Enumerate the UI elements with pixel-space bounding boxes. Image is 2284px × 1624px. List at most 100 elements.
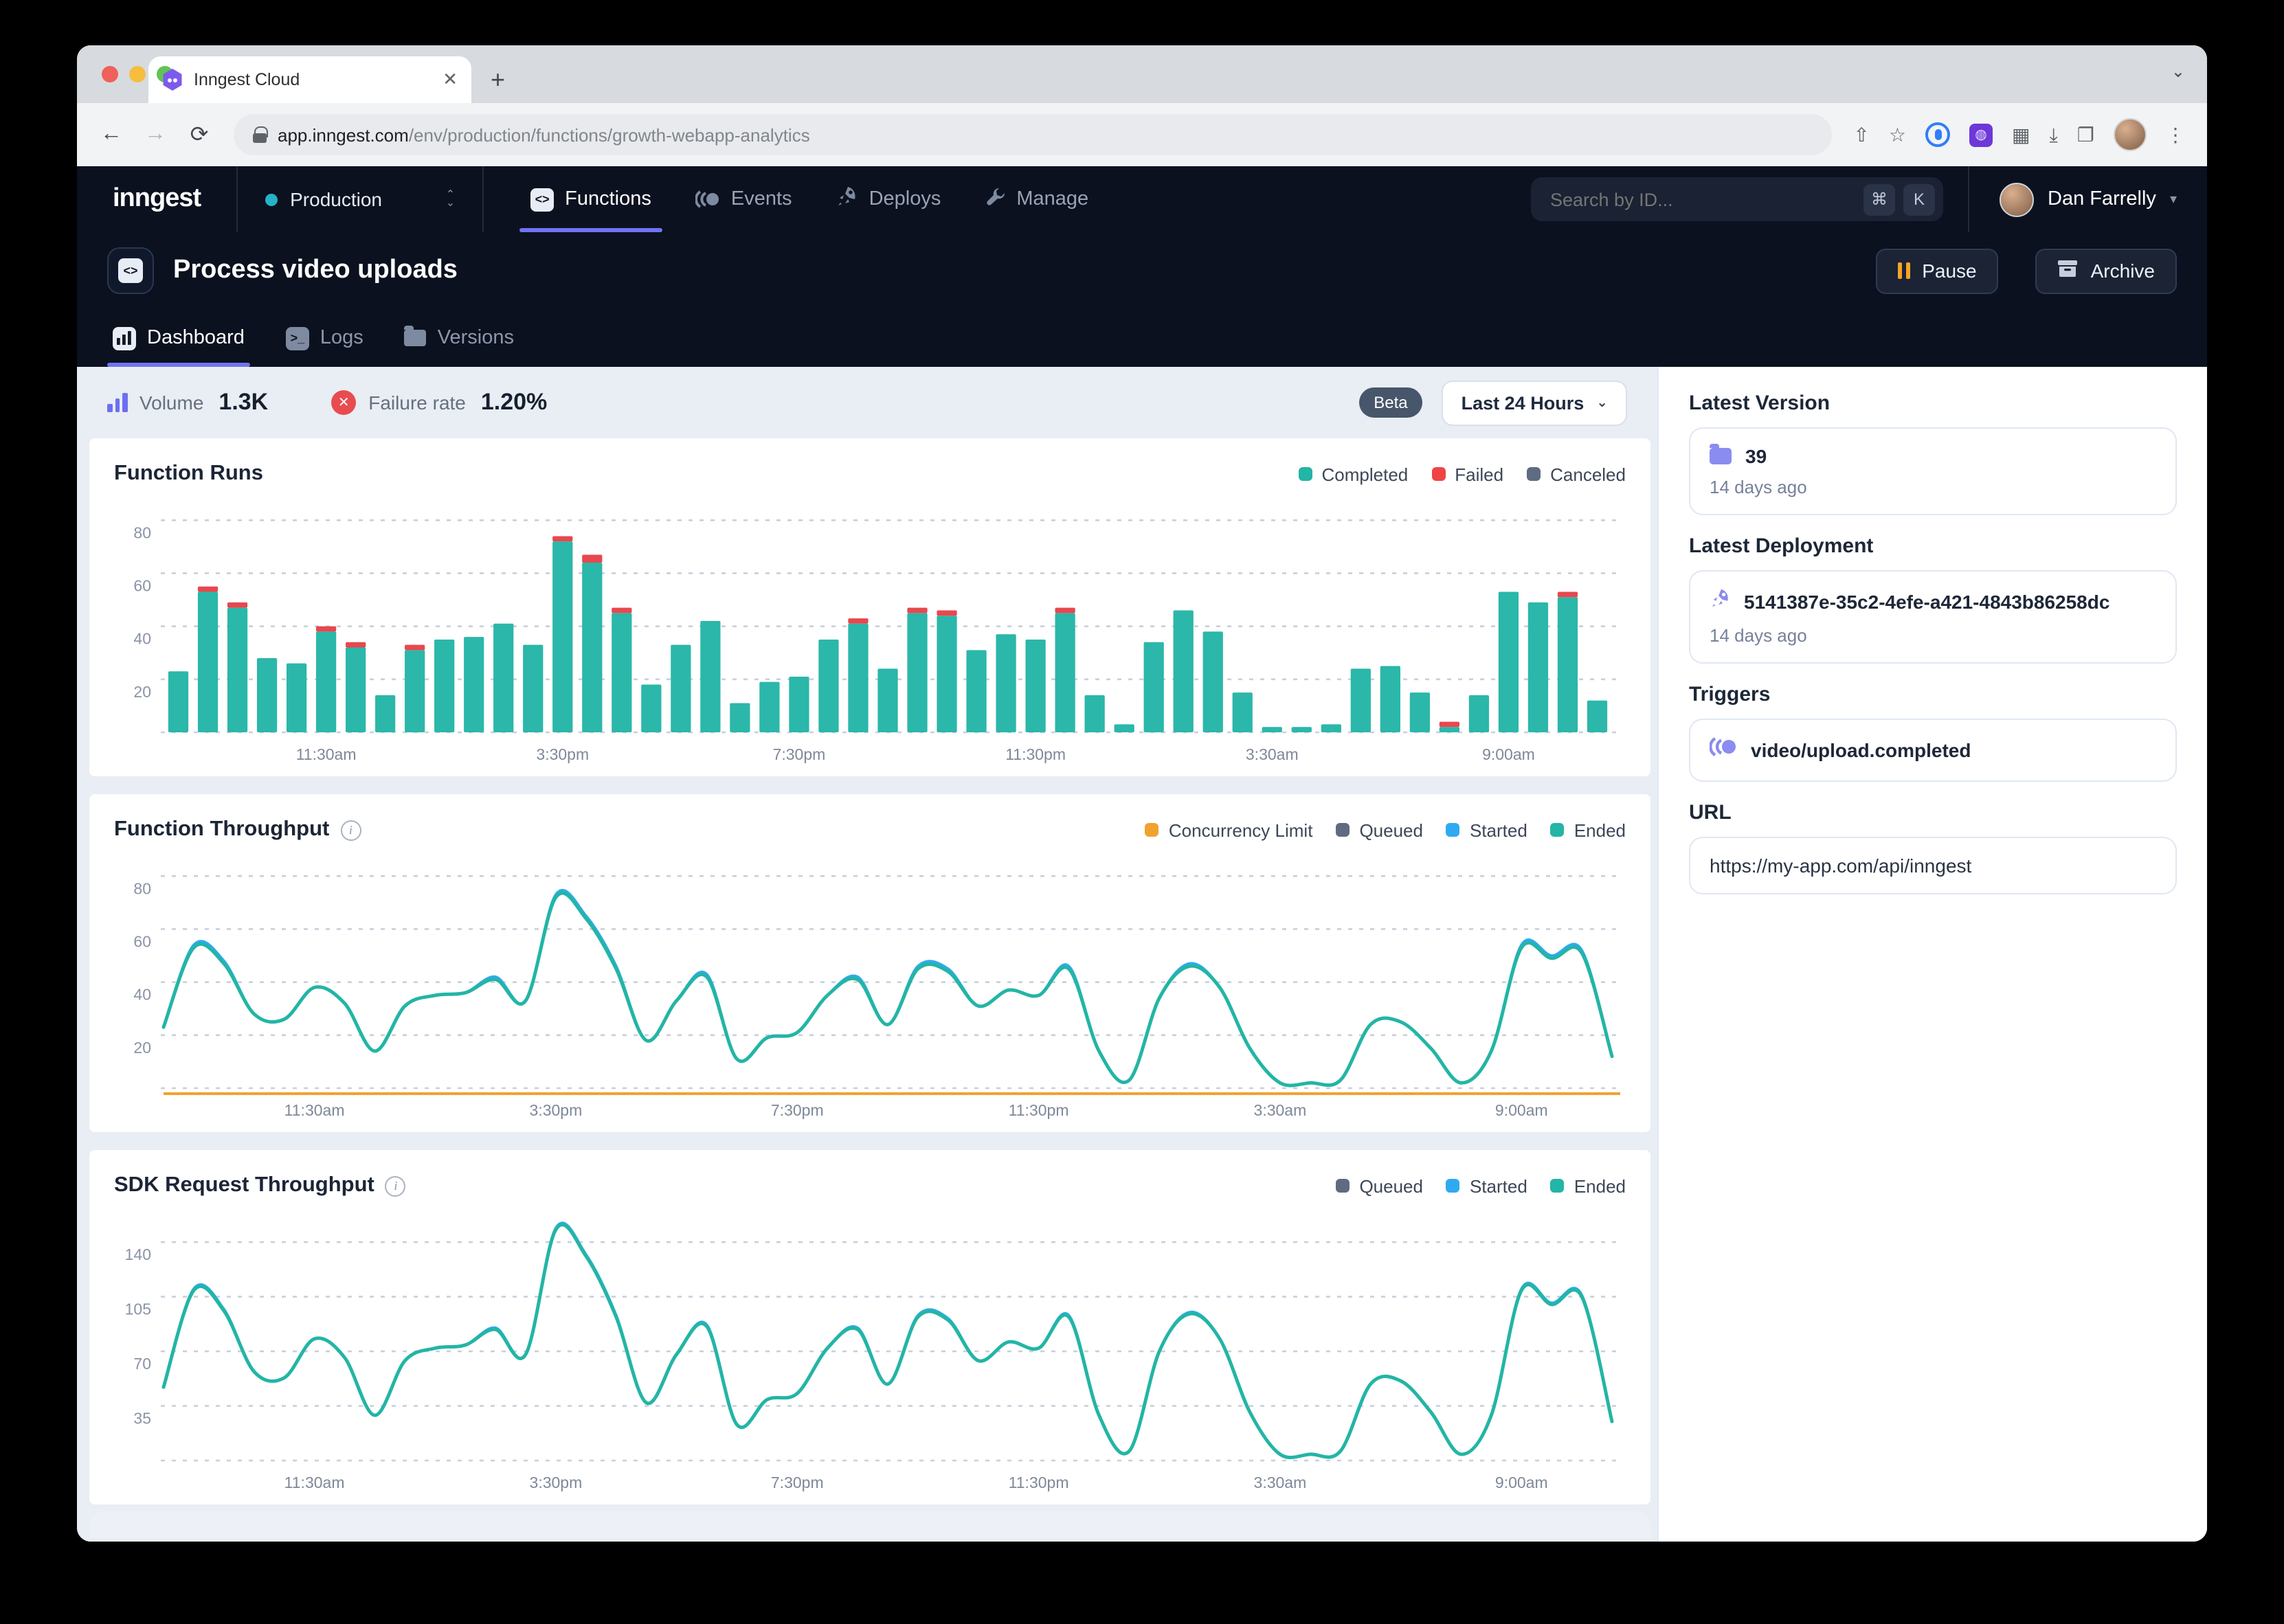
latest-version-heading: Latest Version: [1689, 392, 2177, 415]
svg-text:3:30am: 3:30am: [1254, 1101, 1307, 1119]
browser-toolbar: ← → ⟳ app.inngest.com/env/production/fun…: [77, 103, 2207, 166]
forward-button[interactable]: →: [137, 122, 173, 147]
browser-tabstrip: Inngest Cloud ✕ + ⌄: [77, 45, 2207, 103]
legend-label: Concurrency Limit: [1169, 820, 1313, 840]
reading-list-icon[interactable]: ❐: [2077, 125, 2094, 144]
legend-label: Ended: [1574, 820, 1626, 840]
legend-item[interactable]: Started: [1446, 820, 1527, 840]
inngest-logo[interactable]: inngest: [77, 166, 236, 232]
svg-text:105: 105: [125, 1300, 151, 1318]
tab-search-chevron-icon[interactable]: ⌄: [2171, 62, 2185, 81]
function-throughput-line-chart[interactable]: 2040608011:30am3:30pm7:30pm11:30pm3:30am…: [114, 849, 1626, 1124]
legend-item[interactable]: Ended: [1551, 1175, 1626, 1196]
user-avatar: [2000, 182, 2034, 216]
nav-item-deploys[interactable]: Deploys: [820, 166, 958, 232]
legend-item[interactable]: Concurrency Limit: [1145, 820, 1313, 840]
sdk-throughput-header: SDK Request Throughput i QueuedStartedEn…: [114, 1166, 1626, 1205]
legend-label: Failed: [1455, 464, 1503, 484]
legend-item[interactable]: Completed: [1299, 464, 1409, 484]
svg-text:7:30pm: 7:30pm: [773, 745, 826, 763]
svg-text:3:30am: 3:30am: [1246, 745, 1299, 763]
svg-text:80: 80: [133, 523, 151, 541]
sidebar: Latest Version 39 14 days ago Latest Dep…: [1657, 367, 2207, 1542]
environment-label: Production: [290, 188, 382, 210]
legend-item[interactable]: Canceled: [1527, 464, 1626, 484]
svg-text:9:00am: 9:00am: [1495, 1474, 1548, 1491]
purple-extension-icon[interactable]: ◍: [1969, 123, 1993, 146]
info-icon[interactable]: i: [340, 820, 361, 840]
browser-window: Inngest Cloud ✕ + ⌄ ← → ⟳ app.inngest.co…: [77, 45, 2207, 1542]
latest-deployment-card[interactable]: 5141387e-35c2-4efe-a421-4843b86258dc 14 …: [1689, 570, 2177, 664]
minimize-window-button[interactable]: [129, 66, 146, 82]
legend-item[interactable]: Started: [1446, 1175, 1527, 1196]
time-range-dropdown[interactable]: Last 24 Hours ⌄: [1442, 380, 1627, 425]
tab-versions[interactable]: Versions: [402, 309, 517, 367]
function-header: <> Process video uploads Pause Archive: [77, 232, 2207, 309]
environment-status-dot: [265, 193, 278, 205]
tab-title: Inngest Cloud: [194, 70, 432, 89]
nav-item-manage[interactable]: Manage: [968, 166, 1105, 232]
deployment-rocket-icon: [1710, 588, 1730, 616]
address-bar[interactable]: app.inngest.com/env/production/functions…: [234, 114, 1831, 155]
reload-button[interactable]: ⟳: [181, 121, 217, 148]
pause-label: Pause: [1922, 260, 1976, 282]
tab-logs[interactable]: >_ Logs: [283, 309, 366, 367]
failure-rate-value: 1.20%: [481, 389, 547, 416]
dashboard-chart-icon: [113, 326, 136, 350]
svg-text:11:30pm: 11:30pm: [1005, 745, 1066, 763]
rocket-icon: [836, 185, 858, 213]
sdk-throughput-line-chart[interactable]: 357010514011:30am3:30pm7:30pm11:30pm3:30…: [114, 1205, 1626, 1496]
legend-item[interactable]: Failed: [1431, 464, 1503, 484]
svg-text:60: 60: [133, 576, 151, 594]
svg-text:3:30pm: 3:30pm: [530, 1474, 583, 1491]
legend-dot: [1551, 823, 1565, 837]
back-button[interactable]: ←: [93, 122, 129, 147]
function-runs-legend[interactable]: Completed Failed Canceled: [1299, 464, 1626, 484]
legend-label: Started: [1470, 820, 1527, 840]
latest-deployment-time: 14 days ago: [1710, 625, 2156, 646]
lock-icon: [253, 126, 267, 143]
new-tab-button[interactable]: +: [491, 67, 505, 92]
search-input[interactable]: [1550, 189, 1855, 210]
version-folder-icon: [1710, 448, 1732, 464]
legend-item[interactable]: Queued: [1336, 820, 1423, 840]
legend-dot: [1336, 823, 1350, 837]
bookmark-star-icon[interactable]: ☆: [1889, 125, 1906, 144]
downloads-icon[interactable]: ⤓: [2049, 125, 2057, 144]
legend-dot: [1527, 467, 1541, 481]
nav-item-functions[interactable]: <> Functions: [514, 166, 668, 232]
tab-dashboard[interactable]: Dashboard: [110, 309, 247, 367]
browser-menu-kebab-icon[interactable]: ⋮: [2166, 125, 2185, 144]
legend-item[interactable]: Ended: [1551, 820, 1626, 840]
info-icon[interactable]: i: [385, 1175, 406, 1196]
url-host: app.inngest.com: [278, 124, 409, 145]
archive-button[interactable]: Archive: [2036, 248, 2177, 293]
function-throughput-legend[interactable]: Concurrency Limit Queued Started Ended: [1145, 820, 1626, 840]
browser-tab[interactable]: Inngest Cloud ✕: [148, 56, 471, 103]
kbd-cmd: ⌘: [1863, 183, 1895, 215]
password-manager-extension-icon[interactable]: [1925, 122, 1950, 147]
svg-text:20: 20: [133, 683, 151, 701]
svg-text:9:00am: 9:00am: [1495, 1101, 1548, 1119]
latest-version-value: 39: [1745, 445, 1767, 467]
volume-value: 1.3K: [219, 389, 268, 416]
svg-text:3:30am: 3:30am: [1254, 1474, 1307, 1491]
pause-button[interactable]: Pause: [1876, 248, 1998, 293]
sdk-throughput-legend[interactable]: Queued Started Ended: [1336, 1175, 1626, 1196]
extensions-puzzle-icon[interactable]: ▦: [2012, 125, 2030, 144]
share-icon[interactable]: ⇧: [1853, 125, 1869, 144]
function-runs-bar-chart[interactable]: 2040608011:30am3:30pm7:30pm11:30pm3:30am…: [114, 493, 1626, 768]
environment-selector[interactable]: Production ⌃⌄: [238, 166, 482, 232]
close-window-button[interactable]: [102, 66, 118, 82]
legend-item[interactable]: Queued: [1336, 1175, 1423, 1196]
nav-item-events[interactable]: Events: [679, 166, 809, 232]
browser-profile-avatar[interactable]: [2114, 118, 2147, 151]
url-value: https://my-app.com/api/inngest: [1710, 855, 1971, 877]
search-bar[interactable]: ⌘ K: [1531, 177, 1943, 221]
svg-text:7:30pm: 7:30pm: [771, 1101, 824, 1119]
function-runs-header: Function Runs CompletedFailedCanceled: [114, 455, 1626, 493]
legend-label: Completed: [1322, 464, 1409, 484]
tab-close-icon[interactable]: ✕: [443, 69, 458, 91]
user-menu[interactable]: Dan Farrelly ▾: [1969, 166, 2207, 232]
function-throughput-card: Function Throughput i Concurrency LimitQ…: [89, 794, 1650, 1132]
